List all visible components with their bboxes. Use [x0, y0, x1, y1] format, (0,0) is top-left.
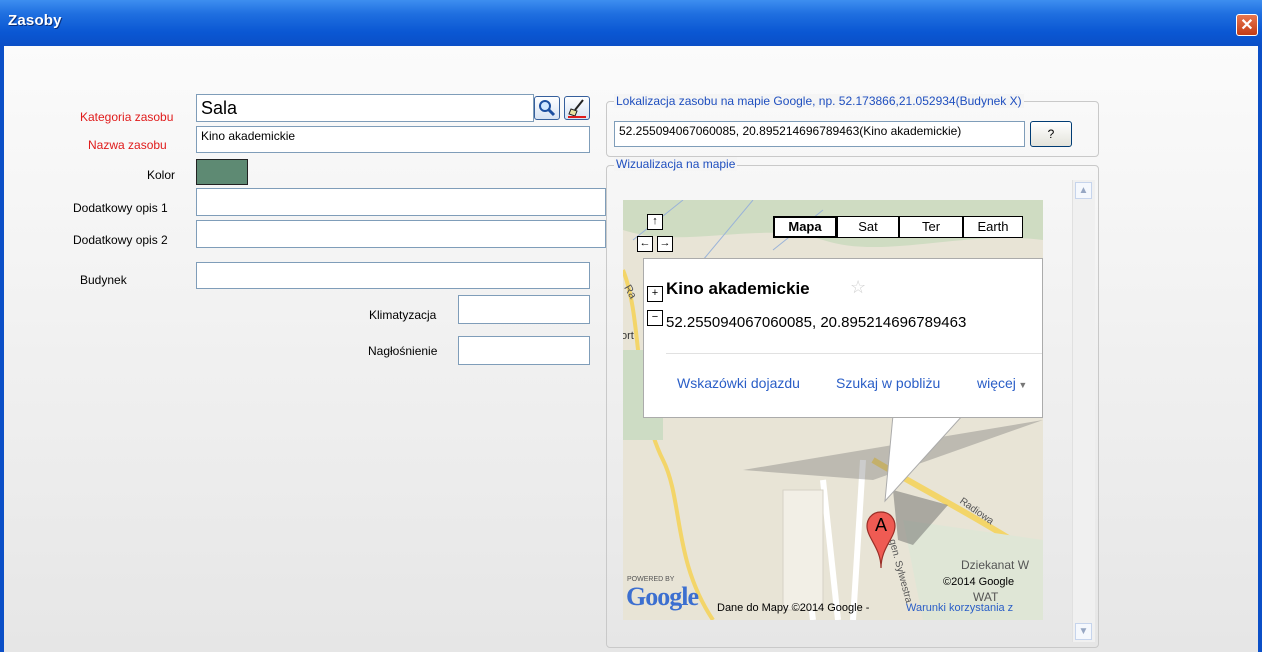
info-divider: [666, 353, 1042, 354]
close-button[interactable]: ✕: [1236, 14, 1258, 36]
map-label-dziekanat: Dziekanat W: [961, 558, 1030, 572]
kategoria-input[interactable]: Sala: [196, 94, 534, 122]
more-link-label: więcej: [977, 375, 1016, 391]
location-legend: Lokalizacja zasobu na mapie Google, np. …: [614, 94, 1024, 108]
search-button[interactable]: [534, 96, 560, 120]
scroll-up-arrow[interactable]: ▲: [1075, 182, 1092, 199]
info-coordinates: 52.255094067060085, 20.895214696789463: [666, 314, 967, 331]
zoom-in-overlay-icon[interactable]: +: [647, 286, 663, 302]
info-title: Kino akademickie: [666, 279, 810, 298]
opis2-label: Dodatkowy opis 2: [73, 233, 168, 247]
map-attribution: Dane do Mapy ©2014 Google -: [717, 602, 870, 614]
map-marker-label: A: [874, 515, 887, 535]
klimatyzacja-input[interactable]: [458, 295, 590, 324]
map-type-ter[interactable]: Ter: [899, 216, 963, 238]
map-label-ort: ort: [623, 330, 634, 342]
search-nearby-link[interactable]: Szukaj w pobliżu: [836, 375, 940, 391]
opis1-input[interactable]: [196, 188, 606, 216]
pan-right-arrow-icon[interactable]: →: [657, 236, 673, 252]
star-icon[interactable]: ☆: [850, 277, 866, 298]
naglosnienie-label: Nagłośnienie: [368, 344, 438, 358]
opis1-label: Dodatkowy opis 1: [73, 201, 168, 215]
chevron-down-icon: ▼: [1015, 380, 1028, 390]
map-scrollbar[interactable]: ▲ ▼: [1072, 180, 1095, 642]
budynek-label: Budynek: [80, 273, 127, 287]
opis2-input[interactable]: [196, 220, 606, 248]
klimatyzacja-label: Klimatyzacja: [369, 308, 437, 322]
more-link[interactable]: więcej ▼: [977, 375, 1027, 391]
map-type-mapa[interactable]: Mapa: [773, 216, 837, 238]
location-input[interactable]: 52.255094067060085, 20.895214696789463(K…: [614, 121, 1025, 147]
broom-icon: [568, 99, 586, 118]
map-type-earth[interactable]: Earth: [963, 216, 1023, 238]
naglosnienie-input[interactable]: [458, 336, 590, 365]
map-legend: Wizualizacja na mapie: [614, 157, 738, 171]
scroll-down-arrow[interactable]: ▼: [1075, 623, 1092, 640]
kategoria-label: Kategoria zasobu: [80, 110, 174, 124]
help-button[interactable]: ?: [1030, 121, 1072, 147]
directions-link[interactable]: Wskazówki dojazdu: [677, 375, 800, 391]
clear-button[interactable]: [564, 96, 590, 120]
map-copyright: ©2014 Google: [943, 576, 1015, 588]
map-type-sat[interactable]: Sat: [837, 216, 899, 238]
color-swatch[interactable]: [196, 159, 248, 185]
pan-left-arrow-icon[interactable]: ←: [637, 236, 653, 252]
nazwa-input[interactable]: Kino akademickie: [196, 126, 590, 153]
nazwa-label: Nazwa zasobu: [88, 138, 167, 152]
zoom-out-overlay-icon[interactable]: −: [647, 310, 663, 326]
magnifier-icon: [539, 100, 556, 117]
window-title: Zasoby: [8, 12, 62, 29]
terms-link[interactable]: Warunki korzystania z: [906, 602, 1013, 614]
pan-up-arrow-icon[interactable]: ↑: [647, 214, 663, 230]
title-bar: Zasoby ✕: [0, 0, 1262, 46]
info-bubble: Kino akademickie ☆ 52.255094067060085, 2…: [643, 258, 1043, 418]
google-logo[interactable]: Google: [626, 582, 699, 612]
info-bubble-tail: [884, 415, 965, 503]
kolor-label: Kolor: [147, 168, 176, 182]
budynek-input[interactable]: [196, 262, 590, 289]
